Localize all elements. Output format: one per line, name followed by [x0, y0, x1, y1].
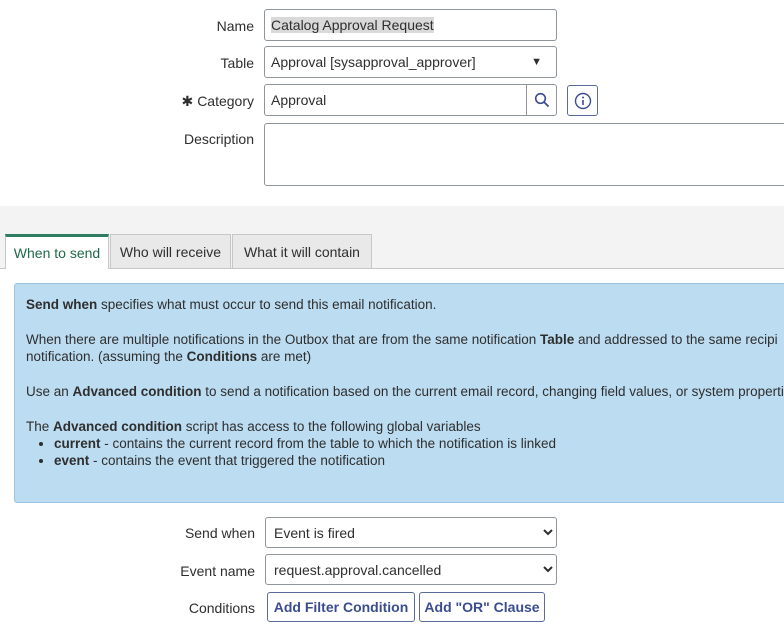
name-input[interactable]: Catalog Approval Request	[264, 9, 557, 41]
send-when-select[interactable]: Event is fired	[265, 517, 557, 548]
info-paragraph-2: When there are multiple notifications in…	[26, 332, 778, 364]
category-info-button[interactable]	[567, 85, 598, 116]
list-item: current - contains the current record fr…	[54, 435, 784, 452]
name-label: Name	[216, 18, 254, 34]
add-or-clause-button[interactable]: Add "OR" Clause	[419, 592, 545, 622]
send-when-label: Send when	[184, 525, 255, 541]
tab-when-to-send[interactable]: When to send	[5, 234, 109, 269]
info-paragraph-3: Use an Advanced condition to send a noti…	[26, 384, 784, 399]
table-value: Approval [sysapproval_approver]	[271, 54, 476, 70]
description-label: Description	[183, 131, 254, 147]
category-label-row: ✱ Category	[150, 93, 254, 110]
event-name-select[interactable]: request.approval.cancelled	[265, 554, 557, 585]
info-paragraph-1: Send when specifies what must occur to s…	[26, 297, 437, 312]
conditions-label: Conditions	[188, 600, 255, 616]
search-icon	[534, 92, 549, 108]
info-variable-list: current - contains the current record fr…	[26, 435, 784, 469]
category-value: Approval	[271, 92, 327, 108]
table-label: Table	[220, 55, 254, 71]
name-value: Catalog Approval Request	[271, 17, 434, 33]
list-item: event - contains the event that triggere…	[54, 452, 784, 469]
info-icon	[574, 92, 591, 109]
info-box: Send when specifies what must occur to s…	[14, 283, 784, 503]
tab-what-it-will-contain[interactable]: What it will contain	[232, 234, 372, 268]
tab-who-will-receive[interactable]: Who will receive	[110, 234, 231, 268]
description-textarea[interactable]	[264, 123, 784, 186]
tab-strip-divider	[0, 268, 784, 269]
event-name-label: Event name	[180, 563, 255, 579]
required-marker-icon: ✱	[181, 93, 194, 109]
table-select[interactable]: Approval [sysapproval_approver] ▼	[264, 46, 557, 78]
info-paragraph-4: The Advanced condition script has access…	[26, 419, 481, 434]
category-search-button[interactable]	[526, 84, 557, 116]
category-label: Category	[197, 93, 254, 109]
category-input[interactable]: Approval	[264, 84, 527, 116]
caret-down-icon: ▼	[531, 56, 542, 68]
add-filter-condition-button[interactable]: Add Filter Condition	[267, 592, 415, 622]
